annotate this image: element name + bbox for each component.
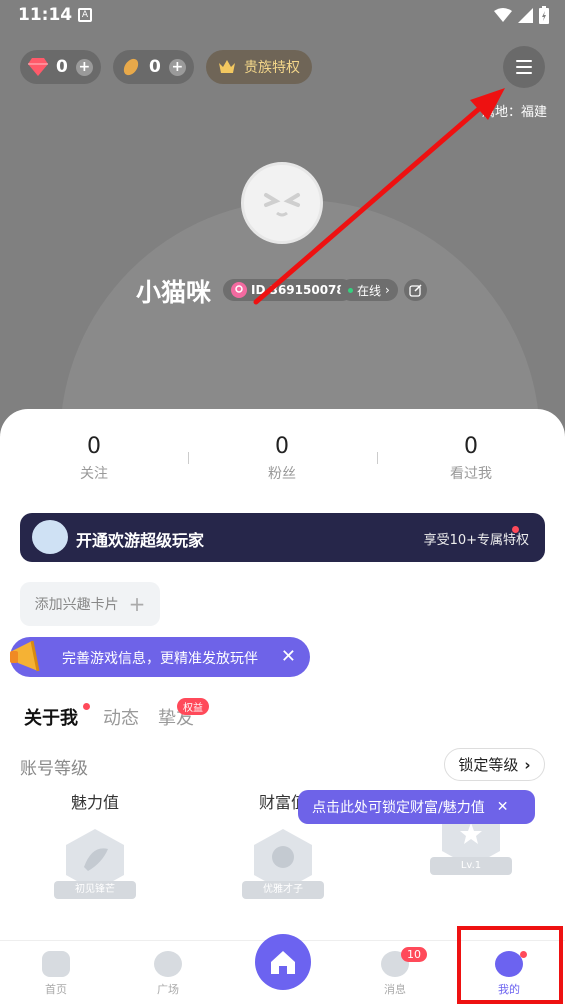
- visitors-label: 看过我: [450, 466, 492, 482]
- nav-home-label: 首页: [45, 983, 67, 996]
- stat-divider: [377, 452, 378, 464]
- diamond-icon: [28, 58, 48, 76]
- lock-level-button[interactable]: 锁定等级 ›: [444, 748, 545, 781]
- battery-icon: [539, 6, 549, 24]
- visitors-count: 0: [464, 434, 478, 459]
- game-info-tip[interactable]: 完善游戏信息，更精准发放玩伴 ✕: [10, 637, 310, 677]
- nav-messages-label: 消息: [384, 983, 406, 996]
- gamepad-icon: [42, 951, 70, 977]
- add-diamond-icon[interactable]: +: [75, 58, 93, 76]
- profile-card: 0 关注 0 粉丝 0 看过我 开通欢游超级玩家 享受10+专属特权 添加兴趣卡…: [0, 409, 565, 1004]
- wealth-badge-label: 优雅才子: [242, 881, 324, 899]
- edit-profile-button[interactable]: [404, 279, 427, 301]
- account-level-title: 账号等级: [20, 759, 88, 779]
- fans-count: 0: [275, 434, 289, 459]
- lock-level-label: 锁定等级: [458, 756, 519, 774]
- following-count: 0: [87, 434, 101, 459]
- chevron-right-icon: ›: [524, 755, 531, 774]
- highlight-box: [457, 926, 563, 1004]
- signal-icon: [518, 7, 533, 23]
- charm-badge: 初见锋芒: [54, 827, 136, 899]
- wealth-badge: 优雅才子: [242, 827, 324, 899]
- following-stat[interactable]: 0 关注: [34, 434, 154, 483]
- gender-female-icon: [231, 282, 247, 298]
- nav-messages[interactable]: 消息 10: [355, 947, 435, 997]
- planet-icon: [154, 951, 182, 977]
- close-icon[interactable]: ✕: [497, 799, 509, 815]
- add-interest-card-button[interactable]: 添加兴趣卡片 +: [20, 582, 160, 626]
- menu-button[interactable]: [503, 46, 545, 88]
- bean-icon: [123, 58, 139, 76]
- vip-mascot-icon: [32, 520, 68, 554]
- tab-moments[interactable]: 动态: [103, 704, 139, 730]
- lock-level-tip[interactable]: 点击此处可锁定财富/魅力值 ✕: [298, 790, 535, 824]
- noble-label: 贵族特权: [244, 60, 300, 76]
- online-status-text: 在线: [357, 283, 382, 298]
- star-badge-label: Lv.1: [430, 857, 512, 875]
- bean-balance[interactable]: 0 +: [113, 50, 194, 84]
- menu-icon-line: [516, 66, 532, 68]
- plus-icon: +: [128, 592, 146, 616]
- fans-stat[interactable]: 0 粉丝: [222, 434, 342, 483]
- online-dot-icon: [348, 287, 353, 293]
- charm-level[interactable]: 魅力值 初见锋芒: [40, 789, 150, 899]
- menu-icon-line: [516, 72, 532, 74]
- friends-benefit-badge: 权益: [177, 698, 209, 715]
- status-bar: 11:14 A: [0, 0, 565, 32]
- visitors-stat[interactable]: 0 看过我: [411, 434, 531, 483]
- default-avatar-face-icon: [264, 193, 300, 217]
- tab-about-me[interactable]: 关于我: [24, 704, 78, 730]
- following-label: 关注: [80, 466, 108, 482]
- chevron-right-icon: ›: [385, 283, 390, 297]
- nav-home[interactable]: 首页: [16, 951, 96, 997]
- bean-count: 0: [149, 57, 161, 77]
- edit-icon: [409, 283, 422, 297]
- user-id-tag[interactable]: ID 369150078: [223, 279, 353, 301]
- charm-heading: 魅力值: [70, 793, 119, 812]
- about-me-dot: [83, 703, 90, 710]
- online-status-tag[interactable]: 在线 ›: [340, 279, 398, 301]
- house-icon: [271, 951, 295, 974]
- avatar[interactable]: [241, 162, 323, 244]
- message-count-badge: 10: [401, 947, 427, 962]
- user-nickname: 小猫咪: [136, 278, 212, 307]
- lock-tip-text: 点击此处可锁定财富/魅力值: [312, 800, 485, 816]
- vip-notification-dot: [512, 526, 519, 533]
- add-bean-icon[interactable]: +: [168, 58, 186, 76]
- noble-privilege-button[interactable]: 贵族特权: [206, 50, 312, 84]
- nav-square[interactable]: 广场: [128, 951, 208, 997]
- crown-icon: [219, 60, 235, 73]
- app-notification-icon: A: [78, 8, 92, 22]
- system-icons: [494, 6, 549, 24]
- charm-badge-label: 初见锋芒: [54, 881, 136, 899]
- close-icon[interactable]: ✕: [281, 646, 296, 667]
- megaphone-icon: [10, 640, 40, 672]
- user-id-text: ID 369150078: [251, 283, 345, 297]
- fans-label: 粉丝: [268, 466, 296, 482]
- vip-title: 开通欢游超级玩家: [76, 531, 205, 550]
- diamond-balance[interactable]: 0 +: [20, 50, 101, 84]
- location-text: 属地：福建: [482, 105, 548, 120]
- game-tip-text: 完善游戏信息，更精准发放玩伴: [62, 651, 258, 667]
- wifi-icon: [494, 8, 512, 22]
- center-home-button[interactable]: [255, 934, 311, 990]
- add-interest-label: 添加兴趣卡片: [34, 597, 119, 613]
- diamond-count: 0: [56, 57, 68, 77]
- vip-banner[interactable]: 开通欢游超级玩家 享受10+专属特权: [20, 513, 545, 562]
- nav-square-label: 广场: [157, 983, 179, 996]
- status-time: 11:14: [18, 5, 73, 25]
- stat-divider: [188, 452, 189, 464]
- menu-icon-line: [516, 60, 532, 62]
